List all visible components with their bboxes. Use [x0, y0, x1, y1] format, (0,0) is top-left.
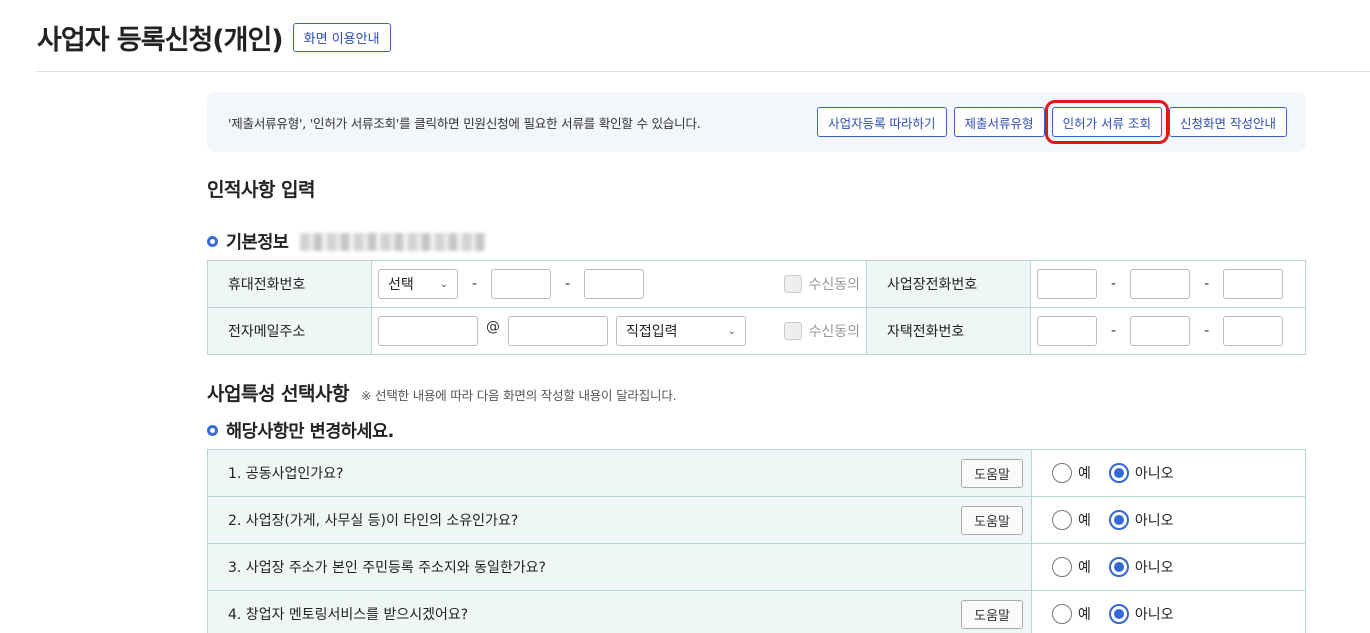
biz-phone-area-input[interactable]	[1037, 269, 1097, 299]
yes-label: 예	[1078, 560, 1091, 576]
personal-info-section-title: 인적사항 입력	[207, 179, 316, 201]
mobile-label: 휴대전화번호	[207, 260, 372, 308]
chevron-down-icon: ⌄	[727, 325, 736, 337]
no-radio[interactable]	[1108, 463, 1129, 483]
table-row: 1. 공동사업인가요? 도움말 예 아니오	[207, 449, 1306, 497]
business-section-note: ※ 선택한 내용에 따라 다음 화면의 작성할 내용이 달라집니다.	[360, 388, 677, 403]
table-row: 4. 창업자 멘토링서비스를 받으시겠어요? 도움말 예 아니오	[207, 590, 1306, 633]
question-text: 4. 창업자 멘토링서비스를 받으시겠어요?	[228, 607, 469, 623]
email-domain-input[interactable]	[508, 316, 608, 346]
question-text: 3. 사업장 주소가 본인 주민등록 주소지와 동일한가요?	[228, 560, 546, 576]
no-label: 아니오	[1134, 513, 1174, 529]
notice-text: '제출서류유형', '인허가 서류조회'를 클릭하면 민원신청에 필요한 서류를…	[228, 115, 701, 131]
answer-cell: 예 아니오	[1031, 543, 1306, 591]
basic-info-label: 기본정보	[226, 233, 289, 253]
answer-cell: 예 아니오	[1031, 590, 1306, 633]
dash: -	[1111, 323, 1117, 339]
redacted-info	[300, 232, 487, 251]
business-registration-walkthrough-button[interactable]: 사업자등록 따라하기	[817, 107, 947, 137]
biz-phone-label: 사업장전화번호	[866, 260, 1031, 308]
mobile-prefix-value: 선택	[388, 277, 414, 293]
yes-label: 예	[1078, 513, 1091, 529]
question-text: 2. 사업장(가게, 사무실 등)이 타인의 소유인가요?	[228, 513, 519, 529]
page-title: 사업자 등록신청(개인)	[37, 25, 284, 56]
mobile-cell: 선택 ⌄ - - 수신동의	[371, 260, 867, 308]
at-sign: @	[486, 319, 500, 335]
help-button[interactable]: 도움말	[961, 458, 1023, 488]
home-phone-middle-input[interactable]	[1130, 316, 1191, 346]
question-cell: 4. 창업자 멘토링서비스를 받으시겠어요? 도움말	[207, 590, 1032, 633]
notice-box: '제출서류유형', '인허가 서류조회'를 클릭하면 민원신청에 필요한 서류를…	[207, 92, 1306, 152]
email-id-input[interactable]	[378, 316, 478, 346]
yes-label: 예	[1078, 607, 1091, 623]
no-label: 아니오	[1134, 607, 1174, 623]
checkbox-icon	[784, 322, 803, 340]
page-header: 사업자 등록신청(개인) 화면 이용안내	[37, 18, 391, 57]
email-cell: @ 직접입력 ⌄ 수신동의	[371, 307, 867, 355]
help-button[interactable]: 도움말	[961, 599, 1023, 629]
question-cell: 3. 사업장 주소가 본인 주민등록 주소지와 동일한가요?	[207, 543, 1032, 591]
checkbox-icon	[784, 275, 803, 293]
permit-document-lookup-button[interactable]: 인허가 서류 조회	[1044, 100, 1170, 144]
business-section-title: 사업특성 선택사항 ※ 선택한 내용에 따라 다음 화면의 작성할 내용이 달라집…	[207, 379, 677, 406]
business-section-label: 사업특성 선택사항	[207, 383, 349, 405]
home-phone-label: 자택전화번호	[866, 307, 1031, 355]
yes-radio[interactable]	[1052, 463, 1072, 483]
no-radio[interactable]	[1108, 557, 1129, 577]
help-button[interactable]: 도움말	[961, 505, 1023, 535]
dash: -	[1204, 323, 1210, 339]
answer-cell: 예 아니오	[1031, 449, 1306, 497]
application-form-guide-button[interactable]: 신청화면 작성안내	[1169, 107, 1287, 137]
yes-radio[interactable]	[1052, 510, 1072, 530]
email-domain-select-value: 직접입력	[626, 324, 678, 340]
yes-radio[interactable]	[1052, 604, 1072, 624]
document-type-button[interactable]: 제출서류유형	[953, 107, 1045, 137]
mobile-prefix-select[interactable]: 선택 ⌄	[378, 269, 458, 299]
answer-cell: 예 아니오	[1031, 496, 1306, 544]
no-radio[interactable]	[1108, 604, 1129, 624]
biz-phone-cell: - -	[1030, 260, 1306, 308]
table-row: 전자메일주소 @ 직접입력 ⌄ 수신동의 자택전화번호 - -	[207, 307, 1306, 355]
home-phone-area-input[interactable]	[1037, 316, 1097, 346]
mobile-last-input[interactable]	[584, 269, 645, 299]
screen-guide-button[interactable]: 화면 이용안내	[292, 23, 391, 52]
dash: -	[1111, 276, 1117, 292]
email-label: 전자메일주소	[207, 307, 372, 355]
no-radio[interactable]	[1108, 510, 1129, 530]
change-only-title: 해당사항만 변경하세요.	[207, 418, 394, 443]
home-phone-cell: - -	[1030, 307, 1306, 355]
change-only-label: 해당사항만 변경하세요.	[226, 422, 394, 442]
no-label: 아니오	[1134, 466, 1174, 482]
email-domain-select[interactable]: 직접입력 ⌄	[616, 316, 746, 346]
question-text: 1. 공동사업인가요?	[228, 466, 344, 482]
dash: -	[472, 276, 478, 292]
email-consent-checkbox[interactable]: 수신동의	[784, 321, 860, 341]
mobile-middle-input[interactable]	[491, 269, 552, 299]
notice-buttons: 사업자등록 따라하기 제출서류유형 인허가 서류 조회 신청화면 작성안내	[817, 100, 1287, 144]
dash: -	[565, 276, 571, 292]
sms-consent-label: 수신동의	[808, 277, 860, 293]
table-row: 2. 사업장(가게, 사무실 등)이 타인의 소유인가요? 도움말 예 아니오	[207, 496, 1306, 544]
table-row: 3. 사업장 주소가 본인 주민등록 주소지와 동일한가요? 예 아니오	[207, 543, 1306, 591]
home-phone-last-input[interactable]	[1223, 316, 1284, 346]
bullet-icon	[207, 236, 218, 247]
yes-label: 예	[1078, 466, 1091, 482]
basic-info-title: 기본정보	[207, 229, 487, 254]
dash: -	[1204, 276, 1210, 292]
question-cell: 2. 사업장(가게, 사무실 등)이 타인의 소유인가요? 도움말	[207, 496, 1032, 544]
table-row: 휴대전화번호 선택 ⌄ - - 수신동의 사업장전화번호 - -	[207, 260, 1306, 308]
business-questions-table: 1. 공동사업인가요? 도움말 예 아니오 2. 사업장(가게, 사무실 등)이…	[207, 449, 1306, 633]
biz-phone-middle-input[interactable]	[1130, 269, 1191, 299]
chevron-down-icon: ⌄	[439, 278, 448, 290]
yes-radio[interactable]	[1052, 557, 1072, 577]
no-label: 아니오	[1134, 560, 1174, 576]
sms-consent-checkbox[interactable]: 수신동의	[784, 274, 860, 294]
header-divider	[37, 71, 1370, 72]
contact-table: 휴대전화번호 선택 ⌄ - - 수신동의 사업장전화번호 - - 전자메일주소 …	[207, 260, 1306, 355]
question-cell: 1. 공동사업인가요? 도움말	[207, 449, 1032, 497]
biz-phone-last-input[interactable]	[1223, 269, 1284, 299]
bullet-icon	[207, 425, 218, 436]
email-consent-label: 수신동의	[808, 324, 860, 340]
